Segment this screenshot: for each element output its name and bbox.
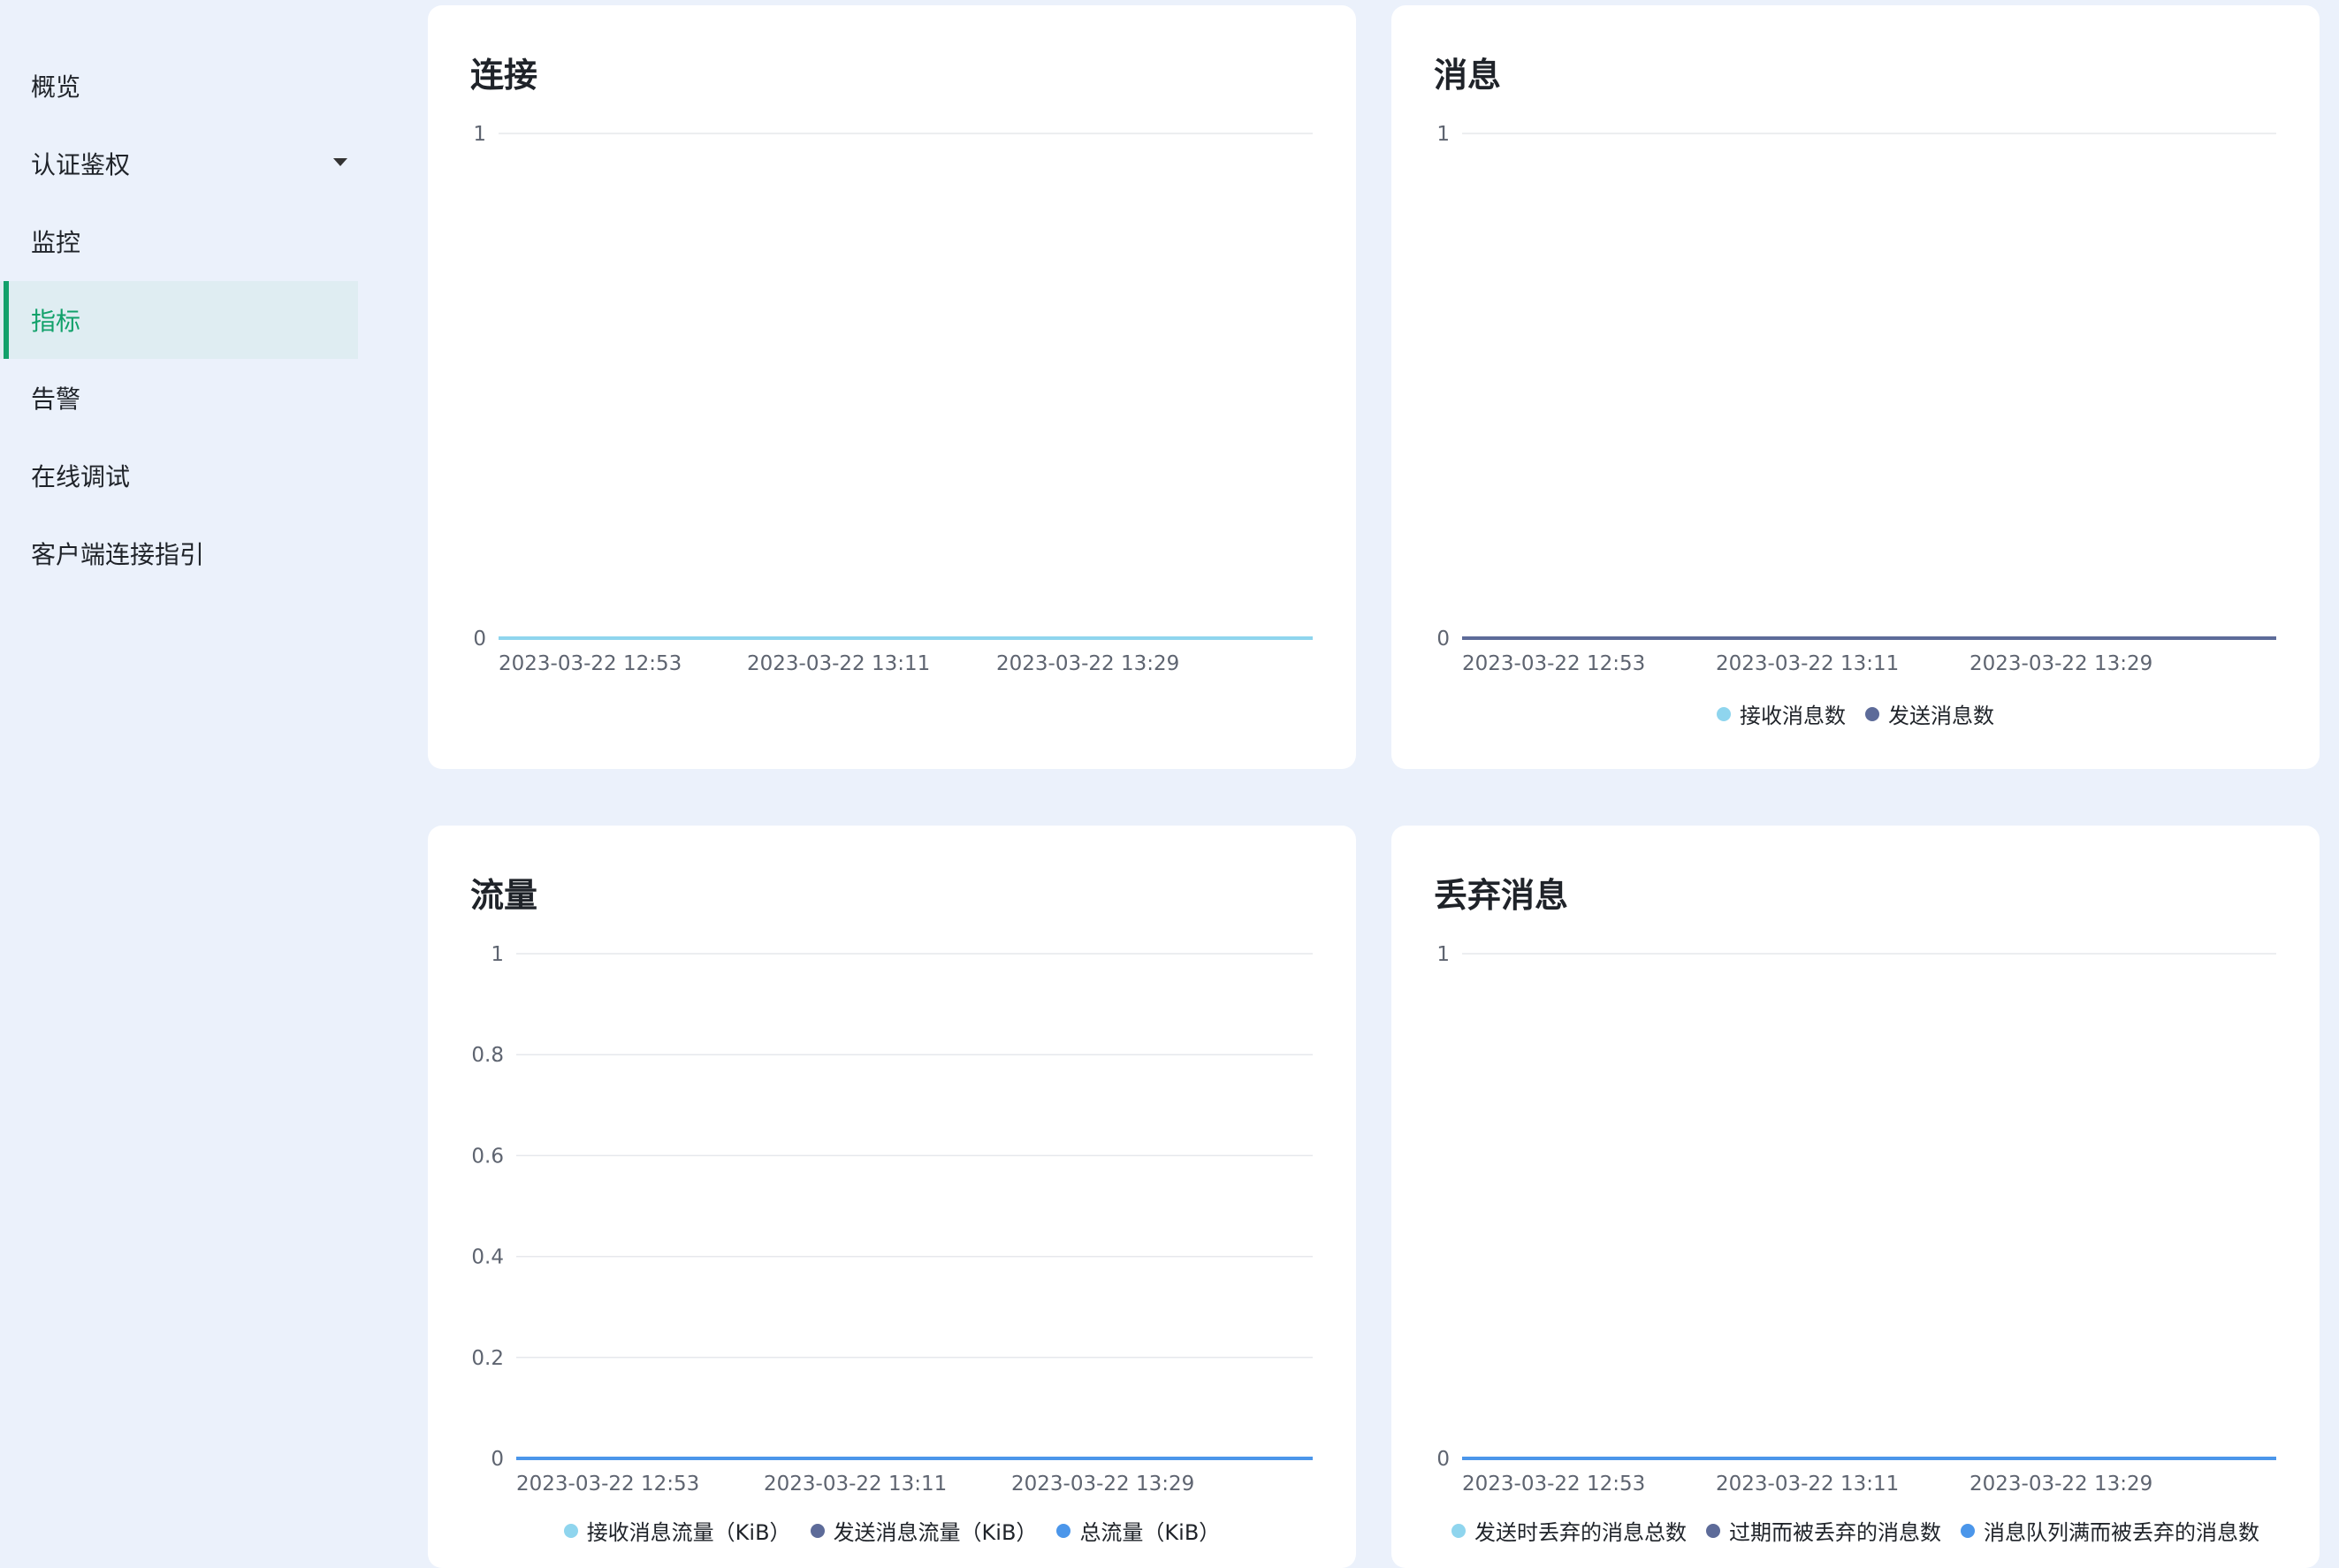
legend-item[interactable]: 消息队列满而被丢弃的消息数 (1961, 1515, 2259, 1546)
legend-item[interactable]: 接收消息数 (1717, 698, 1846, 729)
legend-item[interactable]: 发送消息数 (1865, 698, 1994, 729)
x-tick-label: 2023-03-22 13:29 (996, 652, 1179, 675)
chevron-down-icon[interactable] (333, 158, 347, 166)
y-tick-label: 0.2 (471, 1347, 504, 1370)
sidebar-item-client-guide[interactable]: 客户端连接指引 (0, 514, 358, 592)
legend-item[interactable]: 总流量（KiB） (1056, 1515, 1220, 1546)
chart-legend: 接收消息流量（KiB） 发送消息流量（KiB） 总流量（KiB） (428, 1515, 1356, 1546)
sidebar-item-alerts[interactable]: 告警 (0, 359, 358, 437)
sidebar-item-label: 客户端连接指引 (31, 540, 205, 569)
y-tick-label: 0.8 (471, 1044, 504, 1067)
y-tick-label: 0.6 (471, 1145, 504, 1168)
x-tick-label: 2023-03-22 13:11 (1716, 1473, 1899, 1496)
y-tick-label: 1 (1436, 943, 1450, 966)
dropped-messages-chart: 1 0 2023-03-22 12:53 2023-03-22 13:11 2023-0… (1436, 943, 2276, 1496)
sidebar: 概览 认证鉴权 监控 指标 告警 在线调试 客户端连接指引 (0, 0, 358, 1552)
chart-legend: 发送时丢弃的消息总数 过期而被丢弃的消息数 消息队列满而被丢弃的消息数 (1391, 1515, 2320, 1546)
legend-label: 总流量（KiB） (1079, 1520, 1221, 1545)
sidebar-item-metrics[interactable]: 指标 (0, 281, 358, 359)
messages-chart-card: 消息 1 0 2023-03-22 12:53 2023-03-22 13:11 202… (1391, 5, 2320, 769)
legend-dot-icon (1056, 1523, 1071, 1538)
y-tick-label: 0 (473, 628, 486, 651)
legend-dot-icon (1865, 706, 1879, 721)
legend-dot-icon (810, 1523, 825, 1538)
legend-label: 过期而被丢弃的消息数 (1729, 1520, 1941, 1545)
sidebar-item-label: 监控 (31, 228, 81, 257)
legend-item[interactable]: 发送时丢弃的消息总数 (1451, 1515, 1687, 1546)
dropped-messages-chart-card: 丢弃消息 1 0 2023-03-22 12:53 2023-03-22 13:11 2… (1391, 826, 2320, 1568)
y-tick-label: 1 (473, 123, 486, 146)
connections-chart: 1 0 2023-03-22 12:53 2023-03-22 13:11 2023-0… (473, 123, 1313, 675)
x-tick-label: 2023-03-22 12:53 (516, 1473, 699, 1496)
legend-label: 发送消息流量（KiB） (833, 1520, 1038, 1545)
x-tick-label: 2023-03-22 13:11 (747, 652, 930, 675)
connections-chart-card: 连接 1 0 2023-03-22 12:53 2023-03-22 13:11 202… (428, 5, 1356, 769)
y-tick-label: 0 (491, 1448, 504, 1471)
y-tick-label: 0 (1436, 1448, 1450, 1471)
legend-item[interactable]: 发送消息流量（KiB） (810, 1515, 1038, 1546)
sidebar-item-monitoring[interactable]: 监控 (0, 202, 358, 280)
sidebar-item-label: 指标 (31, 307, 81, 336)
sidebar-item-label: 认证鉴权 (31, 150, 131, 179)
legend-label: 发送消息数 (1888, 704, 1994, 728)
legend-label: 消息队列满而被丢弃的消息数 (1984, 1520, 2259, 1545)
sidebar-item-overview[interactable]: 概览 (0, 47, 358, 125)
traffic-chart-card: 流量 1 0.8 0.6 0.4 0.2 0 2023-03-22 12:53 2023-03… (428, 826, 1356, 1568)
legend-dot-icon (1451, 1523, 1466, 1538)
x-tick-label: 2023-03-22 12:53 (1462, 652, 1645, 675)
messages-chart: 1 0 2023-03-22 12:53 2023-03-22 13:11 2023-0… (1436, 123, 2276, 675)
y-tick-label: 0 (1436, 628, 1450, 651)
y-tick-label: 1 (1436, 123, 1450, 146)
x-tick-label: 2023-03-22 12:53 (499, 652, 682, 675)
legend-dot-icon (1717, 706, 1731, 721)
y-tick-label: 1 (491, 943, 504, 966)
sidebar-item-label: 告警 (31, 384, 81, 414)
sidebar-item-online-debug[interactable]: 在线调试 (0, 437, 358, 514)
x-tick-label: 2023-03-22 13:29 (1969, 1473, 2152, 1496)
x-tick-label: 2023-03-22 13:11 (764, 1473, 947, 1496)
legend-label: 发送时丢弃的消息总数 (1474, 1520, 1687, 1545)
legend-label: 接收消息数 (1740, 704, 1846, 728)
sidebar-item-label: 在线调试 (31, 462, 131, 491)
legend-item[interactable]: 过期而被丢弃的消息数 (1706, 1515, 1941, 1546)
x-tick-label: 2023-03-22 13:11 (1716, 652, 1899, 675)
y-tick-label: 0.4 (471, 1246, 504, 1269)
traffic-chart: 1 0.8 0.6 0.4 0.2 0 2023-03-22 12:53 2023-03-22… (471, 943, 1313, 1496)
legend-dot-icon (563, 1523, 578, 1538)
legend-dot-icon (1961, 1523, 1975, 1538)
legend-dot-icon (1706, 1523, 1720, 1538)
sidebar-item-auth[interactable]: 认证鉴权 (0, 125, 358, 202)
x-tick-label: 2023-03-22 13:29 (1011, 1473, 1194, 1496)
legend-item[interactable]: 接收消息流量（KiB） (563, 1515, 791, 1546)
sidebar-item-label: 概览 (31, 72, 81, 102)
x-tick-label: 2023-03-22 12:53 (1462, 1473, 1645, 1496)
x-tick-label: 2023-03-22 13:29 (1969, 652, 2152, 675)
chart-legend: 接收消息数 发送消息数 (1391, 698, 2320, 729)
legend-label: 接收消息流量（KiB） (586, 1520, 791, 1545)
